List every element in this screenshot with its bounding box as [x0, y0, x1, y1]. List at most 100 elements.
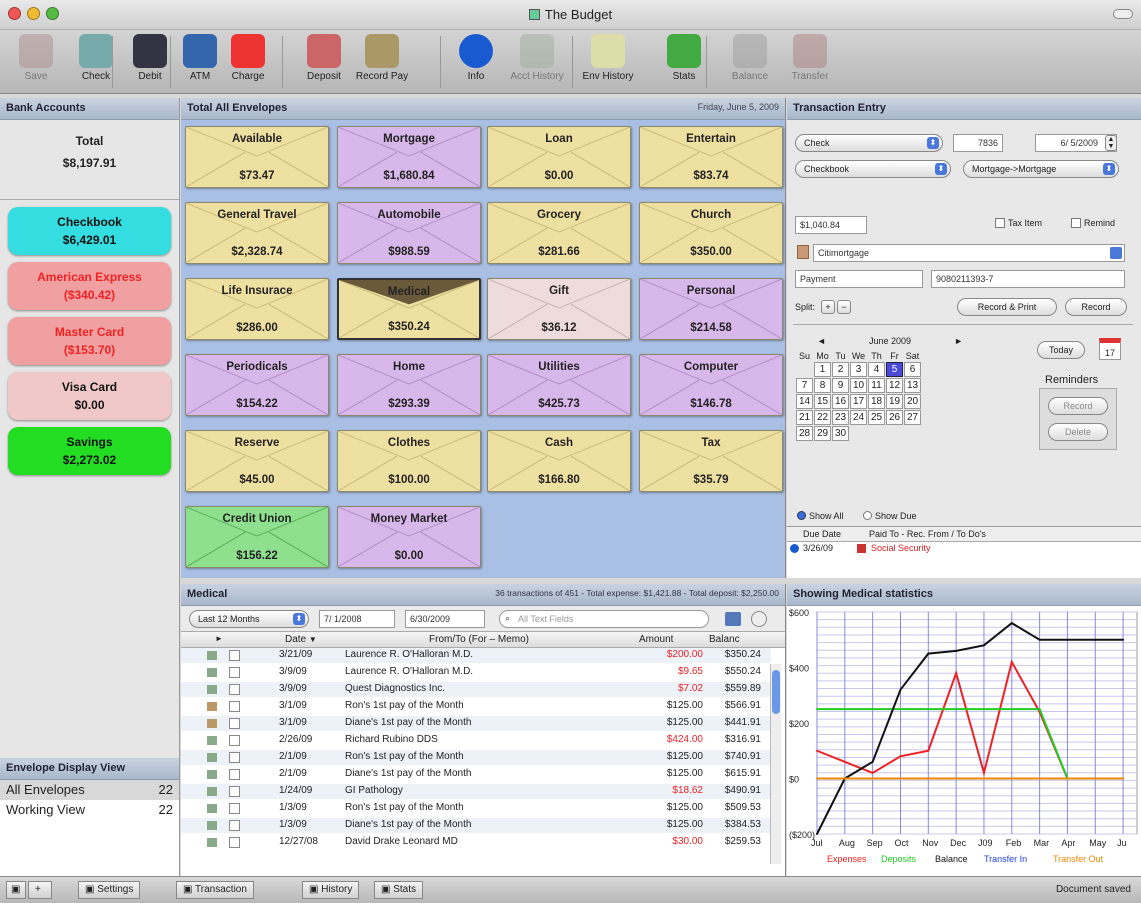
date-stepper[interactable]: ▲ ▼: [1105, 135, 1117, 151]
transaction-checkbox[interactable]: [229, 752, 240, 763]
calendar-day[interactable]: 26: [886, 410, 903, 425]
calendar-day[interactable]: 7: [796, 378, 813, 393]
envelope-gift[interactable]: Gift $36.12: [487, 278, 631, 340]
envelope-reserve[interactable]: Reserve $45.00: [185, 430, 329, 492]
due-date-column-header[interactable]: Due Date: [803, 529, 841, 539]
from-to-column-header[interactable]: From/To (For – Memo): [429, 634, 529, 645]
calendar-day[interactable]: 20: [904, 394, 921, 409]
payee-book-icon[interactable]: [797, 245, 809, 259]
table-row[interactable]: 1/3/09 Diane's 1st pay of the Month $125.0…: [181, 818, 771, 833]
envelope-entertain[interactable]: Entertain $83.74: [639, 126, 783, 188]
calendar-day[interactable]: 1: [814, 362, 831, 377]
table-row[interactable]: 3/9/09 Laurence R. O'Halloran M.D. $9.65 $5…: [181, 665, 771, 680]
account-master-card[interactable]: Master Card ($153.70): [8, 317, 171, 365]
envelope-loan[interactable]: Loan $0.00: [487, 126, 631, 188]
view-toggle-button[interactable]: ▣: [6, 881, 26, 899]
show-due-radio[interactable]: Show Due: [863, 511, 917, 521]
envelope-select[interactable]: Mortgage->Mortgage ⬍: [963, 160, 1119, 178]
search-input[interactable]: ⌕ All Text Fields: [499, 610, 709, 628]
stats-button[interactable]: ▣ Stats: [374, 881, 424, 899]
settings-button[interactable]: ▣ Settings: [78, 881, 141, 899]
envelope-periodicals[interactable]: Periodicals $154.22: [185, 354, 329, 416]
table-row[interactable]: 2/26/09 Richard Rubino DDS $424.00 $316.91: [181, 733, 771, 748]
account-select[interactable]: Checkbook ⬍: [795, 160, 951, 178]
expand-column-header[interactable]: ►: [215, 634, 223, 643]
calendar-icon[interactable]: 17: [1099, 338, 1121, 360]
split-remove-button[interactable]: −: [837, 300, 851, 314]
transaction-checkbox[interactable]: [229, 769, 240, 780]
calendar-next-button[interactable]: ►: [954, 336, 963, 346]
calendar-day[interactable]: 13: [904, 378, 921, 393]
table-row[interactable]: 3/1/09 Ron's 1st pay of the Month $125.00 $…: [181, 699, 771, 714]
memo-field[interactable]: Payment: [795, 270, 923, 288]
calendar-day[interactable]: 19: [886, 394, 903, 409]
calendar-day[interactable]: 17: [850, 394, 867, 409]
record-button[interactable]: Record: [1065, 298, 1127, 316]
record-print-button[interactable]: Record & Print: [957, 298, 1057, 316]
payee-dropdown-icon[interactable]: [1110, 247, 1122, 259]
amount-column-header[interactable]: Amount: [639, 634, 673, 645]
calendar-day[interactable]: 30: [832, 426, 849, 441]
envelope-mortgage[interactable]: Mortgage $1,680.84: [337, 126, 481, 188]
history-button[interactable]: ▣ History: [302, 881, 360, 899]
transaction-checkbox[interactable]: [229, 718, 240, 729]
calendar-day[interactable]: 14: [796, 394, 813, 409]
reference-field[interactable]: 9080211393-7: [931, 270, 1125, 288]
table-row[interactable]: 12/27/08 David Drake Leonard MD $30.00 $259…: [181, 835, 771, 850]
tax-item-checkbox[interactable]: Tax Item: [995, 218, 1042, 228]
calendar-day[interactable]: 8: [814, 378, 831, 393]
calendar-day[interactable]: 24: [850, 410, 867, 425]
table-row[interactable]: 2/1/09 Ron's 1st pay of the Month $125.00 $…: [181, 750, 771, 765]
scrollbar-thumb[interactable]: [772, 670, 780, 714]
transaction-checkbox[interactable]: [229, 684, 240, 695]
calendar-day[interactable]: 16: [832, 394, 849, 409]
deposit-toolbar-button[interactable]: Deposit: [296, 34, 352, 92]
calendar-day[interactable]: 10: [850, 378, 867, 393]
envelope-cash[interactable]: Cash $166.80: [487, 430, 631, 492]
transaction-checkbox[interactable]: [229, 701, 240, 712]
show-all-radio[interactable]: Show All: [797, 511, 844, 521]
save-toolbar-button[interactable]: Save: [8, 34, 64, 92]
calendar-day[interactable]: 3: [850, 362, 867, 377]
date-column-header[interactable]: Date ▼: [285, 634, 317, 645]
table-row[interactable]: 3/1/09 Diane's 1st pay of the Month $125.0…: [181, 716, 771, 731]
envelope-computer[interactable]: Computer $146.78: [639, 354, 783, 416]
transaction-checkbox[interactable]: [229, 650, 240, 661]
calendar-day[interactable]: 21: [796, 410, 813, 425]
envelope-available[interactable]: Available $73.47: [185, 126, 329, 188]
info-toolbar-button[interactable]: Info: [448, 34, 504, 92]
amount-field[interactable]: $1,040.84: [795, 216, 867, 234]
calendar-day[interactable]: 28: [796, 426, 813, 441]
envelope-money-market[interactable]: Money Market $0.00: [337, 506, 481, 568]
transaction-type-select[interactable]: Check ⬍: [795, 134, 943, 152]
check-toolbar-button[interactable]: Check: [68, 34, 124, 92]
envelope-tax[interactable]: Tax $35.79: [639, 430, 783, 492]
table-row[interactable]: 2/1/09 Diane's 1st pay of the Month $125.0…: [181, 767, 771, 782]
reminder-row[interactable]: 3/26/09 Social Security: [787, 542, 1141, 556]
envelope-utilities[interactable]: Utilities $425.73: [487, 354, 631, 416]
calendar-day[interactable]: 27: [904, 410, 921, 425]
from-date-field[interactable]: 7/ 1/2008: [319, 610, 395, 628]
transaction-checkbox[interactable]: [229, 667, 240, 678]
envelope-personal[interactable]: Personal $214.58: [639, 278, 783, 340]
account-visa-card[interactable]: Visa Card $0.00: [8, 372, 171, 420]
add-button[interactable]: +: [28, 881, 52, 899]
transaction-checkbox[interactable]: [229, 735, 240, 746]
calendar-day[interactable]: 11: [868, 378, 885, 393]
calendar-day[interactable]: 2: [832, 362, 849, 377]
envelope-church[interactable]: Church $350.00: [639, 202, 783, 264]
reminder-delete-button[interactable]: Delete: [1048, 423, 1108, 441]
calendar-day[interactable]: 29: [814, 426, 831, 441]
calendar-day[interactable]: 23: [832, 410, 849, 425]
today-button[interactable]: Today: [1037, 341, 1085, 359]
account-american-express[interactable]: American Express ($340.42): [8, 262, 171, 310]
stats-toolbar-button[interactable]: Stats: [656, 34, 712, 92]
transaction-checkbox[interactable]: [229, 820, 240, 831]
record-pay-toolbar-button[interactable]: Record Pay: [354, 34, 410, 92]
calendar-prev-button[interactable]: ◄: [817, 336, 826, 346]
account-savings[interactable]: Savings $2,273.02: [8, 427, 171, 475]
table-row[interactable]: 3/9/09 Quest Diagnostics Inc. $7.02 $559.89: [181, 682, 771, 697]
envelope-clothes[interactable]: Clothes $100.00: [337, 430, 481, 492]
transaction-checkbox[interactable]: [229, 786, 240, 797]
account-checkbook[interactable]: Checkbook $6,429.01: [8, 207, 171, 255]
